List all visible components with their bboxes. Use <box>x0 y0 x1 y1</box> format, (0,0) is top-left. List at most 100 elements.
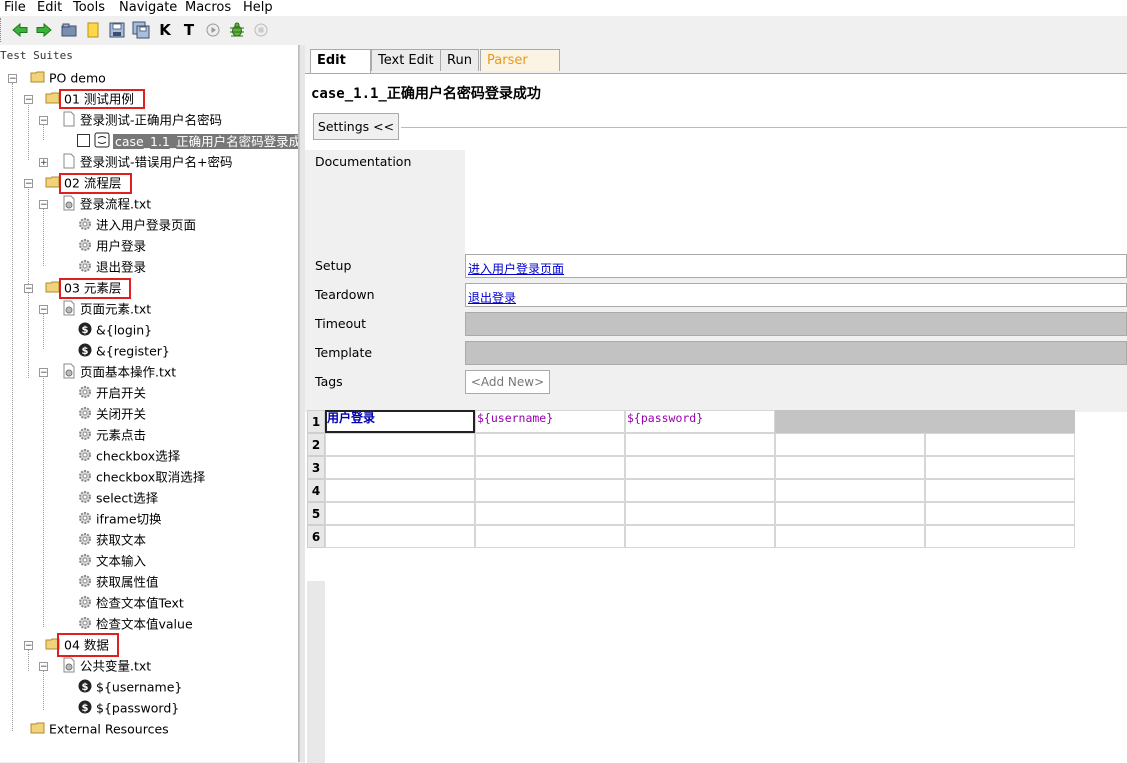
row-header[interactable]: 3 <box>307 456 325 479</box>
grid-cell[interactable]: 用户登录 <box>325 410 475 433</box>
grid-cell[interactable] <box>925 456 1075 479</box>
save-icon[interactable] <box>108 21 126 39</box>
expander-common-vars[interactable]: − <box>39 662 48 672</box>
grid-cell[interactable] <box>325 479 475 502</box>
expander-02[interactable]: − <box>24 179 33 189</box>
row-header[interactable]: 6 <box>307 525 325 548</box>
grid-cell[interactable] <box>625 479 775 502</box>
documentation-editor[interactable] <box>465 150 1127 254</box>
grid-cell[interactable] <box>775 525 925 548</box>
grid-cell[interactable] <box>925 433 1075 456</box>
grid-cell[interactable] <box>325 456 475 479</box>
toolbar-grip[interactable] <box>0 18 4 42</box>
tree-item-keyword[interactable]: 退出登录 <box>77 257 146 277</box>
tree-item-variable[interactable]: $ ${password} <box>77 698 179 718</box>
tree-item-keyword[interactable]: 检查文本值Text <box>77 593 184 613</box>
menu-macros[interactable]: Macros <box>185 0 231 15</box>
grid-cell[interactable] <box>625 456 775 479</box>
run-icon[interactable] <box>204 21 222 39</box>
grid-cell[interactable] <box>475 525 625 548</box>
add-tag-button[interactable]: <Add New> <box>465 370 550 394</box>
testcase-checkbox[interactable] <box>77 134 90 147</box>
expander-login-correct[interactable]: − <box>39 116 48 126</box>
expander-04[interactable]: − <box>24 641 33 651</box>
back-arrow-icon[interactable] <box>11 21 29 39</box>
tab-edit[interactable]: Edit × <box>310 49 371 90</box>
teardown-link[interactable]: 退出登录 <box>468 289 516 306</box>
tab-parser-log[interactable]: Parser Log <box>480 49 560 90</box>
setup-field[interactable]: 进入用户登录页面 <box>465 254 1127 278</box>
grid-cell[interactable]: ${username} <box>475 410 625 433</box>
tree-item-variable[interactable]: $ &{register} <box>77 341 170 361</box>
setup-link[interactable]: 进入用户登录页面 <box>468 260 564 277</box>
tree-item-keyword[interactable]: 进入用户登录页面 <box>77 215 196 235</box>
new-file-icon[interactable] <box>84 21 102 39</box>
row-header[interactable]: 2 <box>307 433 325 456</box>
tree-item-keyword[interactable]: 文本输入 <box>77 551 146 571</box>
expander-01[interactable]: − <box>24 95 33 105</box>
grid-cell[interactable] <box>475 502 625 525</box>
grid-cell[interactable] <box>475 433 625 456</box>
grid-cell[interactable]: ${password} <box>625 410 775 433</box>
tree-item-keyword[interactable]: iframe切换 <box>77 509 162 529</box>
row-header[interactable]: 5 <box>307 502 325 525</box>
grid-cell[interactable] <box>625 525 775 548</box>
grid-cell[interactable] <box>775 410 925 433</box>
grid-cell[interactable] <box>925 479 1075 502</box>
tree-item-keyword[interactable]: checkbox取消选择 <box>77 467 205 487</box>
keyword-search-icon[interactable]: K <box>156 21 174 39</box>
grid-cell[interactable] <box>625 433 775 456</box>
stop-icon[interactable] <box>252 21 270 39</box>
template-field[interactable] <box>465 341 1127 365</box>
grid-cell[interactable] <box>325 525 475 548</box>
grid-cell[interactable] <box>325 433 475 456</box>
grid-cell[interactable] <box>925 525 1075 548</box>
grid-cell[interactable] <box>925 502 1075 525</box>
grid-cell[interactable] <box>325 502 475 525</box>
tree-item-keyword[interactable]: 获取文本 <box>77 530 146 550</box>
tree-item-variable[interactable]: $ ${username} <box>77 677 182 697</box>
tree-item-external-resources[interactable]: External Resources <box>30 719 169 739</box>
expander-po-demo[interactable]: − <box>8 74 17 84</box>
tree-item-login-wrong[interactable]: 登录测试-错误用户名+密码 <box>61 152 233 172</box>
tree-item-variable[interactable]: $ &{login} <box>77 320 152 340</box>
grid-cell[interactable] <box>475 479 625 502</box>
open-folder-icon[interactable] <box>60 21 78 39</box>
grid-cell[interactable] <box>775 479 925 502</box>
text-search-icon[interactable]: T <box>180 21 198 39</box>
expander-login-flow[interactable]: − <box>39 200 48 210</box>
tree-item-keyword[interactable]: checkbox选择 <box>77 446 180 466</box>
tab-run[interactable]: Run <box>440 49 479 71</box>
tree-item-keyword[interactable]: 获取属性值 <box>77 572 159 592</box>
row-header[interactable]: 4 <box>307 479 325 502</box>
grid-cell[interactable] <box>625 502 775 525</box>
grid-cell[interactable] <box>925 410 1075 433</box>
grid-cell[interactable] <box>775 456 925 479</box>
tree-item-keyword[interactable]: 关闭开关 <box>77 404 146 424</box>
menu-tools[interactable]: Tools <box>73 0 105 15</box>
teardown-field[interactable]: 退出登录 <box>465 283 1127 307</box>
forward-arrow-icon[interactable] <box>35 21 53 39</box>
tree-item-page-elements-txt[interactable]: 页面元素.txt <box>61 299 151 319</box>
expander-page-elements[interactable]: − <box>39 305 48 315</box>
menu-file[interactable]: File <box>4 0 26 15</box>
expander-page-ops[interactable]: − <box>39 368 48 378</box>
grid-cell[interactable] <box>775 433 925 456</box>
tree-item-login-flow-txt[interactable]: 登录流程.txt <box>61 194 151 214</box>
tab-text-edit[interactable]: Text Edit <box>371 49 444 71</box>
expander-03[interactable]: − <box>24 284 33 294</box>
settings-toggle-button[interactable]: Settings << <box>313 113 399 140</box>
tree-item-case-1-1[interactable]: case_1.1_正确用户名密码登录成功 <box>77 131 298 151</box>
menu-edit[interactable]: Edit <box>37 0 62 15</box>
menu-help[interactable]: Help <box>243 0 273 15</box>
row-header[interactable]: 1 <box>307 410 325 433</box>
tree-item-keyword[interactable]: 用户登录 <box>77 236 146 256</box>
tree-item-po-demo[interactable]: PO demo <box>30 68 106 88</box>
tree-item-keyword[interactable]: 元素点击 <box>77 425 146 445</box>
grid-cell[interactable] <box>475 456 625 479</box>
tree-item-keyword[interactable]: 开启开关 <box>77 383 146 403</box>
grid-cell[interactable] <box>775 502 925 525</box>
tree-item-login-correct[interactable]: 登录测试-正确用户名密码 <box>61 110 222 130</box>
menu-navigate[interactable]: Navigate <box>119 0 177 15</box>
debug-bug-icon[interactable] <box>228 21 246 39</box>
